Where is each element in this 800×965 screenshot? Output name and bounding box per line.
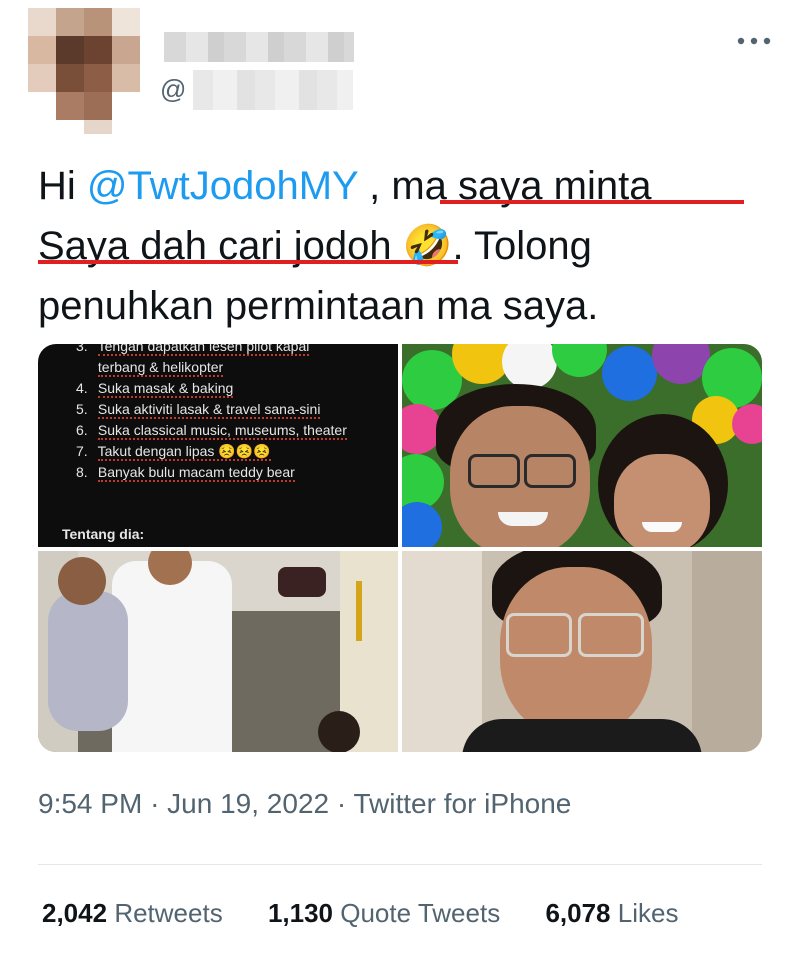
retweets-stat[interactable]: 2,042 Retweets [42, 898, 223, 929]
likes-label: Likes [617, 898, 679, 928]
tweet-date[interactable]: Jun 19, 2022 [167, 788, 329, 819]
greeting: Hi [38, 164, 76, 208]
red-underline-1 [440, 200, 744, 204]
separator: · [336, 788, 347, 819]
tweet-source[interactable]: Twitter for iPhone [353, 788, 571, 819]
list-item: terbang & helikopter [97, 359, 224, 377]
tweet-text-2-tail: . Tolong [452, 224, 592, 268]
divider [38, 864, 762, 865]
list-item: 8. Banyak bulu macam teddy bear [76, 464, 295, 482]
retweets-count: 2,042 [42, 898, 108, 928]
media-image-parking[interactable] [38, 551, 398, 752]
list-item: 7. Takut dengan lipas 😣😣😣 [76, 443, 271, 461]
tweet-text: Hi @TwtJodohMY , ma saya minta Saya dah … [38, 156, 768, 336]
red-underline-2 [38, 260, 458, 264]
quote-tweets-stat[interactable]: 1,130 Quote Tweets [268, 898, 500, 929]
list-item: 5. Suka aktiviti lasak & travel sana-sin… [76, 401, 321, 419]
list-item: 4. Suka masak & baking [76, 380, 234, 398]
likes-stat[interactable]: 6,078 Likes [545, 898, 678, 929]
tweet-stats: 2,042 Retweets 1,130 Quote Tweets 6,078 … [42, 898, 716, 929]
requirements-list: 3. Tengah dapatkan lesen pilot kapal ter… [76, 344, 347, 483]
tweet-time[interactable]: 9:54 PM [38, 788, 142, 819]
media-image-list[interactable]: 3. Tengah dapatkan lesen pilot kapal ter… [38, 344, 398, 547]
likes-count: 6,078 [545, 898, 611, 928]
list-item: 6. Suka classical music, museums, theate… [76, 422, 347, 440]
list-item: 3. Tengah dapatkan lesen pilot kapal [76, 344, 347, 357]
media-image-ballpit[interactable] [402, 344, 762, 547]
more-horizontal-icon[interactable] [736, 32, 772, 46]
list-footer: Tentang dia: [62, 526, 145, 542]
handle[interactable]: @ [160, 74, 186, 105]
tweet-text-3: penuhkan permintaan ma saya. [38, 284, 599, 328]
mention-link[interactable]: @TwtJodohMY [87, 164, 358, 208]
media-image-selfie[interactable] [402, 551, 762, 752]
retweets-label: Retweets [114, 898, 223, 928]
separator: · [150, 788, 160, 819]
media-grid[interactable]: 3. Tengah dapatkan lesen pilot kapal ter… [38, 344, 762, 752]
quote-label: Quote Tweets [340, 898, 501, 928]
tweet-meta: 9:54 PM · Jun 19, 2022 · Twitter for iPh… [38, 788, 571, 820]
handle-blurred [193, 70, 353, 110]
display-name-blurred[interactable] [164, 32, 354, 62]
quote-count: 1,130 [267, 898, 334, 928]
avatar[interactable] [28, 8, 140, 134]
tweet-header: @ [28, 8, 788, 138]
